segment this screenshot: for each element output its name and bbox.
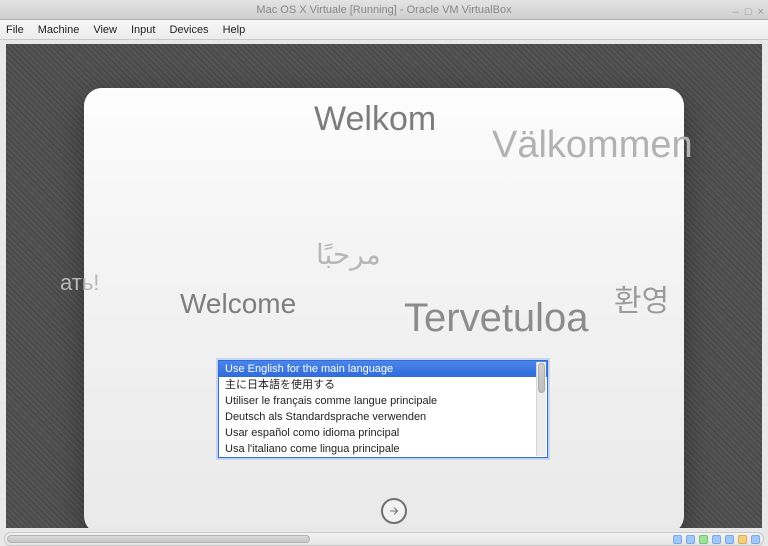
language-option[interactable]: Deutsch als Standardsprache verwenden <box>219 409 547 425</box>
menu-file[interactable]: File <box>6 24 24 36</box>
menu-input[interactable]: Input <box>131 24 155 36</box>
language-option[interactable]: 主に日本語を使用する <box>219 377 547 393</box>
language-listbox[interactable]: Use English for the main language主に日本語を使… <box>218 360 548 458</box>
window-title: Mac OS X Virtuale [Running] - Oracle VM … <box>256 4 511 16</box>
language-option[interactable]: Use English for the main language <box>219 361 547 377</box>
welcome-word: Welkom <box>314 100 436 139</box>
status-cd-icon[interactable] <box>686 535 695 544</box>
close-icon[interactable]: × <box>758 2 764 22</box>
language-option[interactable]: Utiliser le français comme langue princi… <box>219 393 547 409</box>
status-record-icon[interactable] <box>751 535 760 544</box>
welcome-word: Tervetuloa <box>404 296 589 341</box>
language-option[interactable]: Usar português do Brasil como idioma pri… <box>219 457 547 458</box>
welcome-word: Welcome <box>180 288 296 320</box>
status-display-icon[interactable] <box>738 535 747 544</box>
listbox-scrollbar[interactable] <box>536 362 546 456</box>
status-hdd-icon[interactable] <box>673 535 682 544</box>
language-option[interactable]: Usa l'italiano come lingua principale <box>219 441 547 457</box>
window-titlebar: Mac OS X Virtuale [Running] - Oracle VM … <box>0 0 768 20</box>
continue-button[interactable] <box>381 498 407 524</box>
menu-machine[interactable]: Machine <box>38 24 80 36</box>
maximize-icon[interactable]: □ <box>745 2 752 22</box>
welcome-word: مرحبًا <box>316 238 381 271</box>
menu-help[interactable]: Help <box>223 24 246 36</box>
vm-status-icons <box>673 532 760 546</box>
welcome-word: Välkommen <box>492 124 693 167</box>
vm-display-area: Welkom Välkommen مرحبًا ать! Welcome Ter… <box>0 40 768 546</box>
welcome-panel: Welkom Välkommen مرحبًا ать! Welcome Ter… <box>84 88 684 528</box>
language-option[interactable]: Usar español como idioma principal <box>219 425 547 441</box>
status-usb-icon[interactable] <box>712 535 721 544</box>
menu-devices[interactable]: Devices <box>169 24 208 36</box>
menu-view[interactable]: View <box>93 24 117 36</box>
scrollbar-thumb[interactable] <box>538 363 545 393</box>
menubar: File Machine View Input Devices Help <box>0 20 768 40</box>
arrow-right-circle-icon <box>388 505 400 517</box>
welcome-word: 환영 <box>614 276 669 320</box>
status-shared-icon[interactable] <box>725 535 734 544</box>
status-net-icon[interactable] <box>699 535 708 544</box>
guest-screen[interactable]: Welkom Välkommen مرحبًا ать! Welcome Ter… <box>6 44 762 528</box>
welcome-word: ать! <box>60 270 99 296</box>
scrollbar-thumb[interactable] <box>7 535 310 543</box>
minimize-icon[interactable]: – <box>733 2 739 22</box>
horizontal-scrollbar[interactable] <box>4 532 764 546</box>
